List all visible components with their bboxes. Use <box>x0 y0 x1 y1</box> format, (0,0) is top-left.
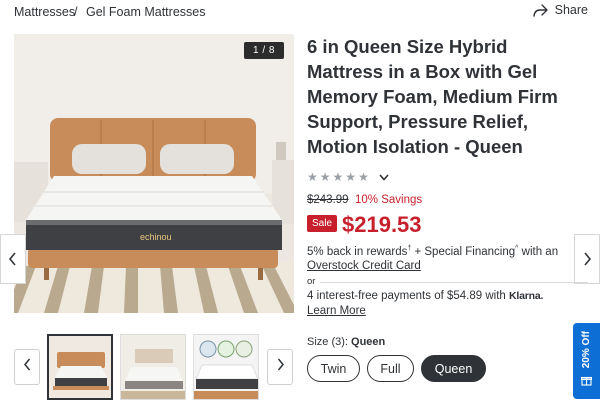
chevron-down-icon <box>379 168 389 186</box>
chevron-right-icon <box>582 252 592 266</box>
size-option-queen[interactable]: Queen <box>421 355 486 382</box>
star-icon: ★ <box>358 170 369 184</box>
discount-offer-tab[interactable]: 20% Off <box>573 323 600 399</box>
thumbnail-2[interactable] <box>120 334 186 400</box>
rewards-text: 5% back in rewards† + Special Financing^… <box>307 245 558 258</box>
share-button[interactable]: Share <box>532 3 588 17</box>
thumbnail-image <box>121 335 185 399</box>
star-icon: ★ <box>332 170 344 184</box>
rewards-text-part: with an <box>518 245 559 258</box>
divider-line <box>320 282 588 283</box>
size-label: Size (3): Queen <box>307 336 385 348</box>
brand-mark: echinou <box>140 232 172 242</box>
chevron-right-icon <box>276 358 285 376</box>
or-divider-label: or <box>307 276 316 287</box>
klarna-payment-text: 4 interest-free payments of $54.89 with … <box>307 290 543 302</box>
star-icon: ★ <box>345 170 357 184</box>
size-option-full[interactable]: Full <box>367 355 414 382</box>
original-price: $243.99 <box>307 194 349 206</box>
thumbnails-prev-button[interactable] <box>14 349 40 385</box>
rating-dropdown[interactable]: ★ ★ ★ ★ ★ <box>307 168 389 186</box>
thumbnail-3[interactable] <box>193 334 259 400</box>
gift-icon <box>580 373 593 391</box>
rewards-text-part: + Special Financing <box>411 245 516 258</box>
klarna-logo: Klarna. <box>509 290 544 302</box>
size-selected-value: Queen <box>351 336 386 348</box>
breadcrumb-gel-foam-mattresses[interactable]: Gel Foam Mattresses <box>86 5 205 19</box>
savings-percent: 10% Savings <box>355 194 423 206</box>
breadcrumb-separator: / <box>74 5 78 19</box>
sale-price: $219.53 <box>342 212 422 237</box>
share-arrow-icon <box>532 3 548 17</box>
thumbnail-1[interactable] <box>47 334 113 400</box>
learn-more-link[interactable]: Learn More <box>307 305 366 317</box>
gallery-prev-button[interactable] <box>0 234 26 284</box>
thumbnail-image <box>49 336 111 398</box>
chevron-left-icon <box>23 358 32 376</box>
size-label-text: Size (3): <box>307 336 348 348</box>
thumbnail-image <box>194 335 258 399</box>
klarna-installments: 4 interest-free payments of $54.89 with <box>307 290 506 302</box>
star-icon: ★ <box>319 170 331 184</box>
offer-label: 20% Off <box>581 331 592 369</box>
share-label: Share <box>554 3 588 17</box>
size-option-twin[interactable]: Twin <box>307 355 360 382</box>
gallery-next-button[interactable] <box>574 234 600 284</box>
credit-card-link[interactable]: Overstock Credit Card <box>307 260 421 272</box>
thumbnails-next-button[interactable] <box>267 349 293 385</box>
top-bar: Mattresses / Gel Foam Mattresses Share <box>0 0 600 26</box>
image-counter: 1 / 8 <box>244 42 284 59</box>
breadcrumb-mattresses[interactable]: Mattresses <box>14 5 75 19</box>
bedroom-scene-image: echinou <box>14 34 294 313</box>
star-icon: ★ <box>307 170 318 184</box>
rewards-text-part: 5% back in rewards <box>307 245 408 258</box>
chevron-left-icon <box>8 252 18 266</box>
product-title: 6 in Queen Size Hybrid Mattress in a Box… <box>307 36 558 157</box>
sale-badge: Sale <box>307 215 338 232</box>
main-product-image[interactable]: echinou 1 / 8 <box>14 34 294 313</box>
